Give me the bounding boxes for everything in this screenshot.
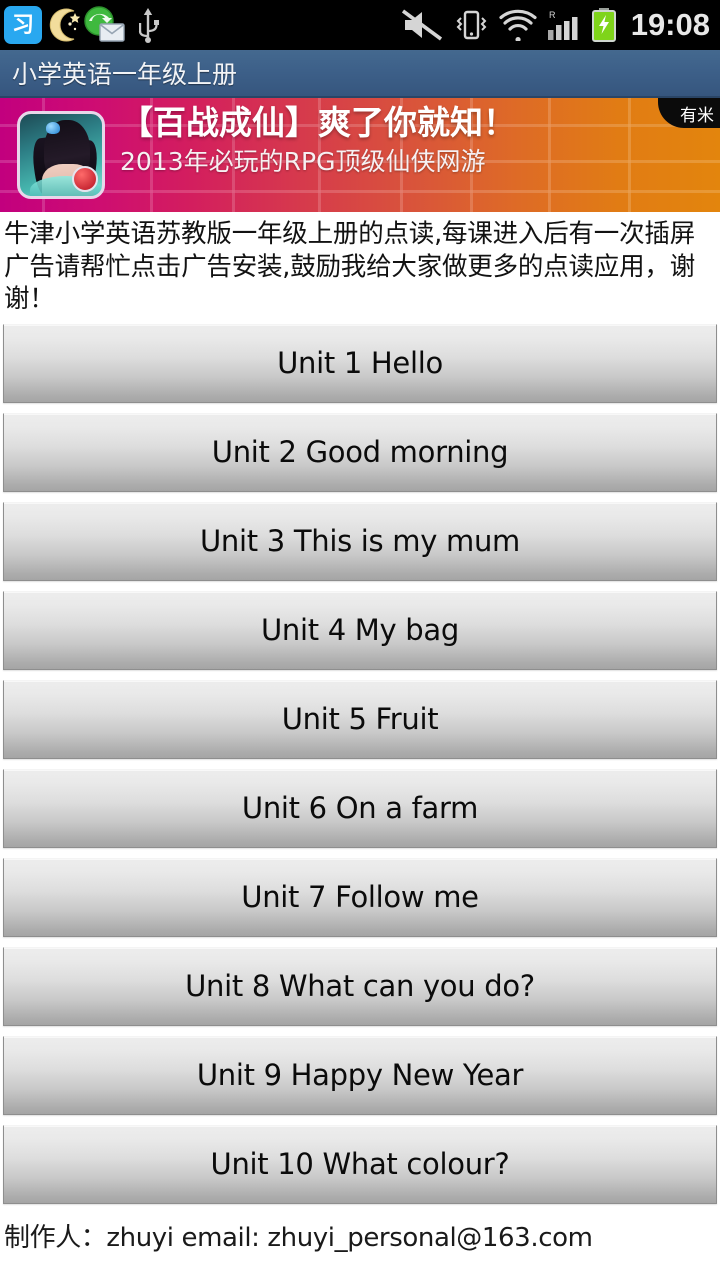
ad-title: 【百战成仙】爽了你就知！: [120, 103, 516, 142]
unit-list: Unit 1 Hello Unit 2 Good morning Unit 3 …: [0, 320, 720, 1204]
status-bar-left-icons: 习: [4, 5, 161, 45]
mail-sync-icon: [82, 5, 126, 45]
footer-credit: 制作人：zhuyi email: zhuyi_personal@163.com: [4, 1222, 593, 1253]
unit-button-label: Unit 8 What can you do?: [185, 969, 535, 1004]
wifi-icon: [499, 9, 537, 41]
unit-button-label: Unit 1 Hello: [277, 346, 443, 381]
unit-button-label: Unit 7 Follow me: [241, 880, 479, 915]
signal-icon: R: [547, 10, 578, 40]
unit-button-label: Unit 9 Happy New Year: [196, 1058, 524, 1093]
unit-button-label: Unit 10 What colour?: [210, 1147, 510, 1182]
unit-button-6[interactable]: Unit 6 On a farm: [3, 768, 717, 848]
unit-button-9[interactable]: Unit 9 Happy New Year: [3, 1035, 717, 1115]
status-bar-clock: 19:08: [630, 6, 710, 42]
mute-icon: [401, 9, 442, 41]
ad-icon-art-gem: [46, 122, 60, 134]
ad-app-icon[interactable]: [17, 111, 105, 199]
ad-icon-badge: [72, 166, 98, 192]
unit-button-label: Unit 6 On a farm: [241, 791, 479, 826]
ad-subtitle: 2013年必玩的RPG顶级仙侠网游: [120, 146, 486, 176]
status-bar-right-icons: R 19:08: [401, 7, 710, 43]
input-method-icon: 习: [4, 6, 42, 44]
unit-button-10[interactable]: Unit 10 What colour?: [3, 1124, 717, 1204]
unit-button-1[interactable]: Unit 1 Hello: [3, 323, 717, 403]
unit-button-7[interactable]: Unit 7 Follow me: [3, 857, 717, 937]
unit-button-label: Unit 3 This is my mum: [200, 524, 520, 559]
moon-icon: [49, 8, 81, 42]
app-screen: 习 R 19:08 小学英语一年级上册 【百战成仙】爽了你就知！ 2013年必玩…: [0, 0, 720, 1280]
unit-button-5[interactable]: Unit 5 Fruit: [3, 679, 717, 759]
usb-icon: [138, 8, 159, 43]
svg-text:R: R: [549, 10, 556, 20]
unit-button-3[interactable]: Unit 3 This is my mum: [3, 501, 717, 581]
unit-button-label: Unit 4 My bag: [260, 613, 459, 648]
ad-text-block: 【百战成仙】爽了你就知！ 2013年必玩的RPG顶级仙侠网游: [120, 103, 710, 177]
page-title: 小学英语一年级上册: [12, 60, 238, 89]
battery-charging-icon: [591, 8, 616, 42]
ad-banner[interactable]: 【百战成仙】爽了你就知！ 2013年必玩的RPG顶级仙侠网游 有米: [0, 98, 720, 212]
status-bar: 习 R 19:08: [0, 0, 720, 50]
app-title-bar: 小学英语一年级上册: [0, 50, 720, 98]
unit-button-2[interactable]: Unit 2 Good morning: [3, 412, 717, 492]
input-method-glyph: 习: [11, 12, 34, 37]
unit-button-label: Unit 2 Good morning: [211, 435, 509, 470]
app-description: 牛津小学英语苏教版一年级上册的点读,每课进入后有一次插屏广告请帮忙点击广告安装,…: [4, 219, 696, 315]
unit-button-label: Unit 5 Fruit: [281, 702, 439, 737]
unit-button-8[interactable]: Unit 8 What can you do?: [3, 946, 717, 1026]
vibrate-icon: [456, 10, 487, 40]
unit-button-4[interactable]: Unit 4 My bag: [3, 590, 717, 670]
